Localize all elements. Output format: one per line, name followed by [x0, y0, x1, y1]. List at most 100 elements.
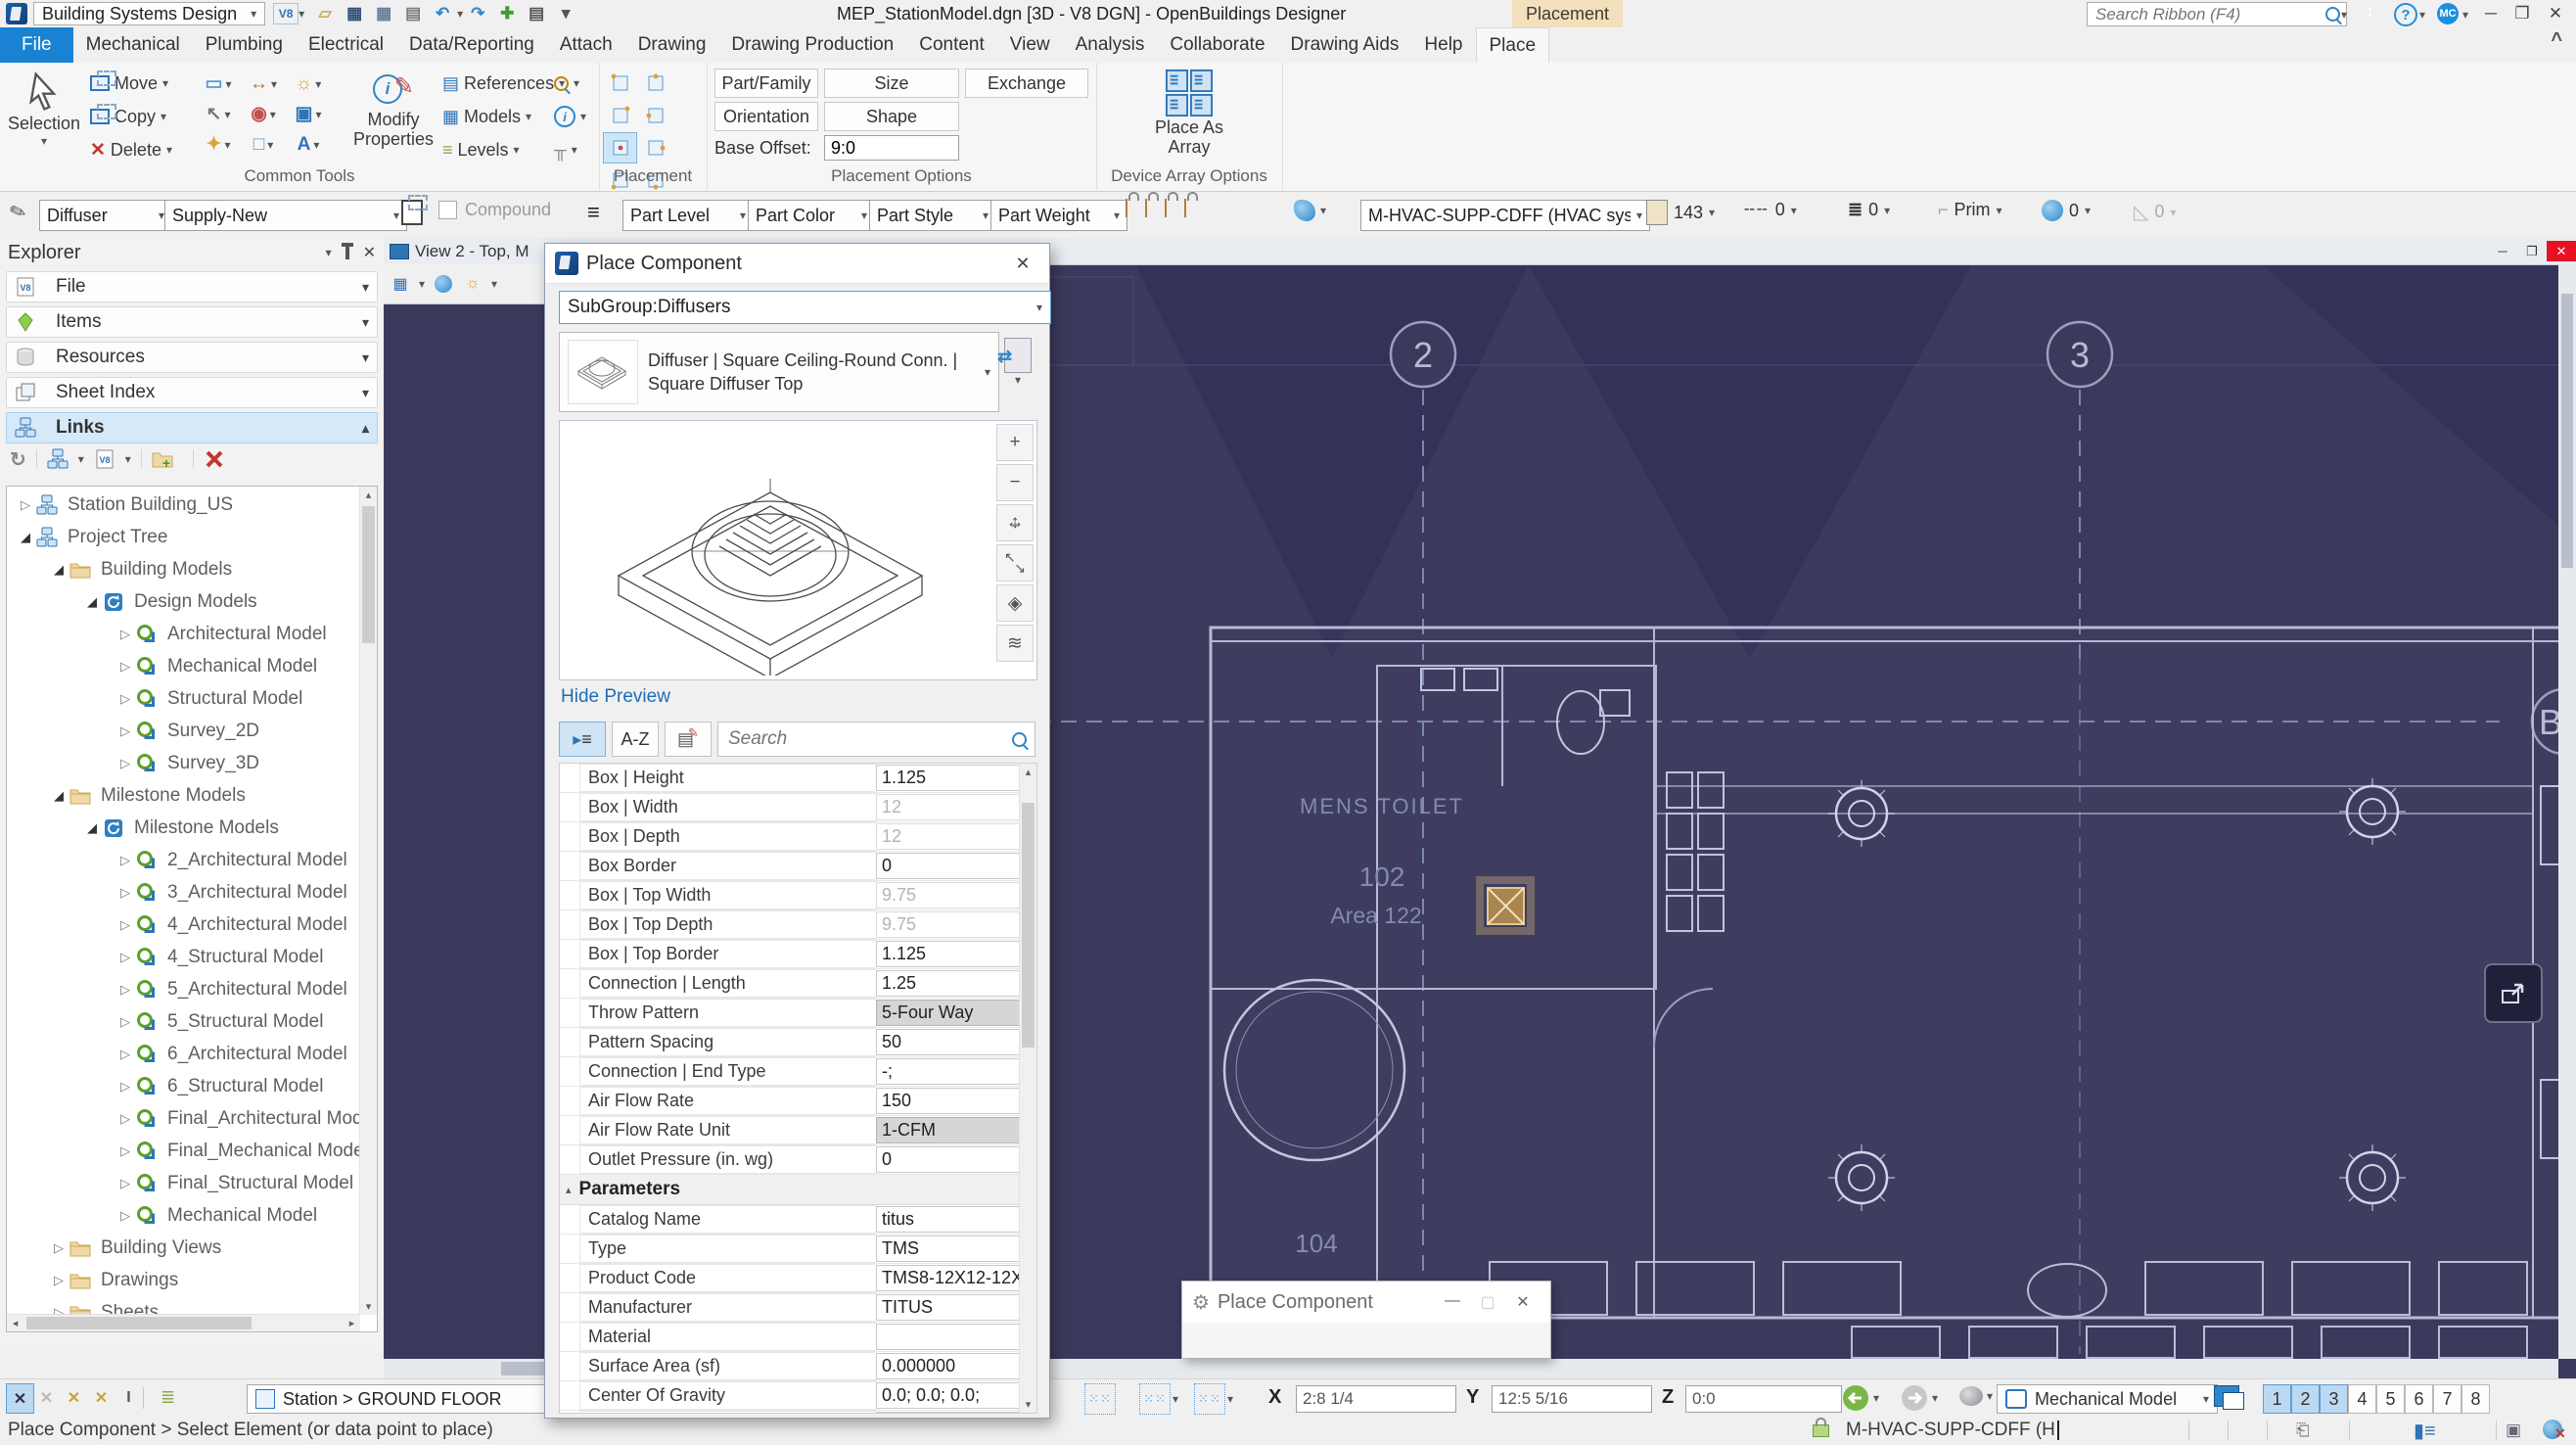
component-selector[interactable]: Diffuser | Square Ceiling-Round Conn. | …	[559, 332, 999, 412]
tool-settings-title-bar[interactable]: ⚙ Place Component — ▢ ✕	[1182, 1282, 1550, 1323]
tree-item-station-building-us[interactable]: ▷Station Building_US	[9, 489, 360, 521]
active-model-selector[interactable]: Mechanical Model ▾	[1997, 1384, 2218, 1414]
tree-item-building-models[interactable]: ◢Building Models	[9, 553, 360, 585]
levels-button[interactable]: ≡Levels▾	[442, 135, 520, 164]
open-file-button[interactable]: ▱	[310, 2, 340, 25]
tool-maximize-icon[interactable]: ▢	[1470, 1292, 1505, 1312]
grid-check-icon[interactable]: ⁙⁙	[1139, 1383, 1171, 1415]
references-button[interactable]: ▤References▾	[442, 69, 565, 98]
view-toggle-4[interactable]: 4	[2348, 1384, 2376, 1414]
expander-closed-icon[interactable]: ▷	[115, 691, 136, 707]
measure-button[interactable]: ↔▾	[241, 69, 286, 99]
account-chevron-icon[interactable]: ▾	[2462, 8, 2468, 22]
padlock-icon[interactable]	[1813, 1424, 1829, 1437]
tree-item-building-views[interactable]: ▷Building Views	[9, 1232, 360, 1264]
base-offset-input[interactable]	[824, 135, 959, 161]
palette-button[interactable]: ◉▾	[241, 99, 286, 129]
expander-closed-icon[interactable]: ▷	[115, 917, 136, 933]
expander-closed-icon[interactable]: ▷	[115, 1143, 136, 1159]
tab-attach[interactable]: Attach	[547, 27, 625, 63]
snap-divisor-icon[interactable]: ✕	[88, 1383, 115, 1412]
explorer-section-items[interactable]: Items▾	[6, 306, 378, 338]
chevron-down-icon[interactable]: ▾	[299, 7, 304, 21]
active-class-combo[interactable]: ⌐Prim▾	[1938, 200, 2002, 220]
expander-closed-icon[interactable]: ▷	[115, 853, 136, 868]
close-button[interactable]: ✕	[2543, 1, 2568, 26]
search-options-chevron-icon[interactable]: ▾	[2341, 8, 2347, 22]
property-value-combo[interactable]: 12▾	[876, 794, 1035, 820]
tree-item-mechanical-model[interactable]: ▷Mechanical Model	[9, 1199, 360, 1232]
chevron-down-icon[interactable]: ▾	[1173, 1392, 1178, 1406]
expander-open-icon[interactable]: ◢	[48, 562, 69, 578]
property-value-combo[interactable]: 150▾	[876, 1088, 1035, 1114]
redo-view-button[interactable]: ▾	[1901, 1384, 1938, 1412]
explorer-section-links[interactable]: Links▴	[6, 412, 378, 443]
active-line-weight-combo[interactable]: ≣0▾	[1848, 200, 1890, 220]
tab-file[interactable]: File	[0, 27, 73, 63]
placement-anchor-2[interactable]	[638, 68, 672, 99]
tab-drawing-production[interactable]: Drawing Production	[718, 27, 906, 63]
view-popup-button[interactable]	[2484, 963, 2543, 1023]
tool-minimize-icon[interactable]: —	[1435, 1292, 1470, 1312]
y-coordinate-input[interactable]	[1492, 1385, 1652, 1413]
copy-settings-icon[interactable]	[401, 200, 423, 225]
pin-icon[interactable]	[345, 247, 349, 259]
orientation-button[interactable]: Orientation	[714, 102, 818, 131]
tree-item-2-architectural-model[interactable]: ▷2_Architectural Model	[9, 844, 360, 876]
property-value-combo[interactable]: TITUS▾	[876, 1294, 1035, 1321]
z-coordinate-input[interactable]	[1685, 1385, 1842, 1413]
tab-plumbing[interactable]: Plumbing	[193, 27, 296, 63]
active-level-status[interactable]: M-HVAC-SUPP-CDFF (H	[1846, 1420, 2059, 1441]
save-button[interactable]: ▦	[340, 2, 369, 25]
view-groups-icon[interactable]	[2214, 1385, 2239, 1412]
part-level-combo[interactable]: Part Level▾	[622, 200, 754, 231]
view-attributes-icon[interactable]: ▦	[390, 274, 411, 294]
selection-button[interactable]: Selection ▾	[8, 70, 80, 148]
more-button[interactable]: ▾	[551, 2, 580, 25]
dialog-close-icon[interactable]: ✕	[1006, 254, 1039, 274]
shape-button[interactable]: Shape	[824, 102, 959, 131]
property-value-combo[interactable]: 1.125▾	[876, 765, 1035, 791]
placement-anchor-6[interactable]	[638, 132, 672, 163]
tool-close-icon[interactable]: ✕	[1505, 1292, 1541, 1312]
add-folder-icon[interactable]: +	[152, 448, 177, 470]
category-filter-button[interactable]: ▤✎	[665, 722, 712, 757]
tab-data-reporting[interactable]: Data/Reporting	[396, 27, 547, 63]
delete-button[interactable]: ✕Delete▾	[90, 135, 172, 164]
level-lock-icon[interactable]	[1145, 200, 1147, 217]
x-coordinate-input[interactable]	[1296, 1385, 1456, 1413]
property-value-combo[interactable]: 12▾	[876, 823, 1035, 850]
expander-open-icon[interactable]: ◢	[48, 788, 69, 804]
tree-item-survey-2d[interactable]: ▷Survey_2D	[9, 715, 360, 747]
expander-closed-icon[interactable]: ▷	[115, 1047, 136, 1062]
placement-anchor-3[interactable]	[603, 100, 637, 131]
view-toggle-8[interactable]: 8	[2461, 1384, 2490, 1414]
undo-button[interactable]: ↶	[428, 2, 457, 25]
tab-analysis[interactable]: Analysis	[1063, 27, 1158, 63]
tooltip-toggle-icon[interactable]: ✕	[61, 1383, 87, 1412]
property-value-combo[interactable]: 1.125▾	[876, 941, 1035, 967]
property-search-input[interactable]	[726, 727, 1012, 751]
expander-closed-icon[interactable]: ▷	[115, 723, 136, 739]
floor-selector[interactable]: Station > GROUND FLOOR	[247, 1384, 564, 1414]
delete-link-icon[interactable]	[204, 448, 229, 470]
expander-open-icon[interactable]: ◢	[81, 820, 103, 836]
connector-button[interactable]: ╥▾	[554, 135, 577, 164]
expander-closed-icon[interactable]: ▷	[115, 885, 136, 901]
tree-vertical-scrollbar[interactable]: ▴ ▾	[359, 487, 377, 1315]
placement-anchor-1[interactable]	[603, 68, 637, 99]
modify-properties-button[interactable]: i ✎ Modify Properties	[350, 70, 437, 149]
restore-button[interactable]: ❐	[2509, 1, 2535, 26]
tree-item-milestone-models[interactable]: ◢Milestone Models	[9, 779, 360, 812]
property-value-combo[interactable]: TMS▾	[876, 1235, 1035, 1262]
tree-horizontal-scrollbar[interactable]: ◂ ▸	[7, 1314, 360, 1331]
property-value-combo[interactable]: 1-CFM▾	[876, 1117, 1035, 1143]
view-toggle-5[interactable]: 5	[2376, 1384, 2405, 1414]
undo-view-button[interactable]: ▾	[1842, 1384, 1879, 1412]
tree-item-sheets[interactable]: ▷Sheets	[9, 1296, 360, 1315]
display-style-icon[interactable]	[433, 274, 454, 294]
property-value-combo[interactable]: 1.25▾	[876, 970, 1035, 997]
expander-closed-icon[interactable]: ▷	[115, 756, 136, 771]
sort-az-button[interactable]: A-Z	[612, 722, 659, 757]
property-value-combo[interactable]: 0.0; 0.0; 0.0;▾	[876, 1382, 1035, 1409]
